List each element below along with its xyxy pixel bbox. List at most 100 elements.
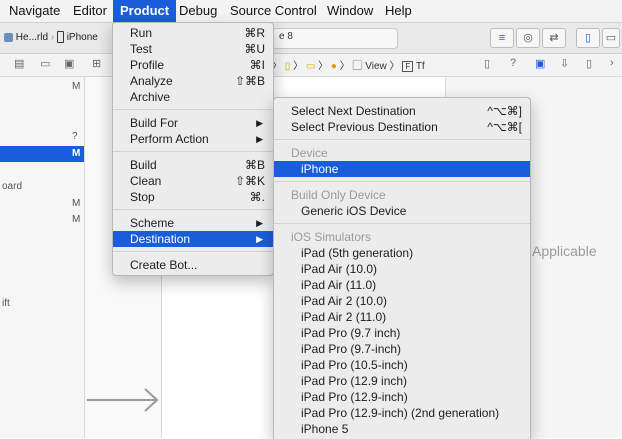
modified-badge: M xyxy=(72,148,81,159)
menu-item-build[interactable]: Build ⌘B xyxy=(113,157,273,173)
submenu-arrow-icon: ▶ xyxy=(256,118,263,128)
project-navigator: M ? M oard M M ift xyxy=(0,77,85,438)
version-editor-icon[interactable]: ⇄ xyxy=(542,28,566,48)
menu-product[interactable]: Product xyxy=(113,0,177,22)
menu-debug[interactable]: Debug xyxy=(172,0,224,22)
chevron-right-icon: 〉 xyxy=(293,61,304,72)
menu-item-test[interactable]: Test ⌘U xyxy=(113,41,273,57)
modified-badge: M xyxy=(72,81,81,92)
jump-view-label: View xyxy=(365,61,387,72)
toolbar: He...rld › iPhone e 8 ≡ ◎ ⇄ ▯ ▭ xyxy=(0,23,622,54)
menu-item-simulator[interactable]: iPad Pro (9.7-inch) xyxy=(274,341,530,357)
menu-item-select-previous-destination[interactable]: Select Previous Destination ^⌥⌘[ xyxy=(274,119,530,135)
submenu-arrow-icon: ▶ xyxy=(256,234,263,244)
standard-editor-icon[interactable]: ≡ xyxy=(490,28,514,48)
menu-item-simulator[interactable]: iPad Air (10.0) xyxy=(274,261,530,277)
untracked-badge: ? xyxy=(72,131,78,142)
menu-item-simulator[interactable]: iPad Air 2 (11.0) xyxy=(274,309,530,325)
help-icon[interactable]: ? xyxy=(510,57,516,69)
menu-item-archive[interactable]: Archive xyxy=(113,89,273,105)
menu-item-simulator[interactable]: iPad Pro (12.9 inch) xyxy=(274,373,530,389)
menu-item-simulator[interactable]: iPad Pro (12.9-inch) xyxy=(274,389,530,405)
menu-separator xyxy=(113,109,273,110)
inspector-placeholder: Applicable xyxy=(532,243,597,259)
submenu-arrow-icon: ▶ xyxy=(256,134,263,144)
simulators-section-header: iOS Simulators xyxy=(291,230,372,244)
source-control-icon[interactable]: ▭ xyxy=(40,57,50,70)
nav-item-swift[interactable]: ift xyxy=(2,298,10,309)
menu-item-simulator[interactable]: iPad Pro (12.9-inch) (2nd generation) xyxy=(274,405,530,421)
file-icon: ▯ xyxy=(284,61,291,72)
menu-item-simulator[interactable]: iPad Air (11.0) xyxy=(274,277,530,293)
menu-item-destination[interactable]: Destination ▶ xyxy=(113,231,273,247)
scheme-project-label: He...rld xyxy=(15,32,49,43)
device-icon xyxy=(56,31,64,44)
menu-bar: Navigate Editor Product Debug Source Con… xyxy=(0,0,622,23)
menu-item-generic-ios-device[interactable]: Generic iOS Device xyxy=(274,203,530,219)
menu-window[interactable]: Window xyxy=(320,0,380,22)
scheme-device-label: iPhone xyxy=(66,32,98,43)
navigator-toggle-icon[interactable]: ▯ xyxy=(576,28,600,48)
menu-separator xyxy=(113,251,273,252)
nav-item-storyboard[interactable]: oard xyxy=(2,181,22,192)
modified-badge: M xyxy=(72,214,81,225)
menu-item-iphone[interactable]: iPhone xyxy=(274,161,530,177)
device-section-header: Device xyxy=(291,146,328,160)
scene-icon: ● xyxy=(330,61,337,72)
identity-inspector-icon[interactable]: ▣ xyxy=(535,57,545,70)
menu-editor[interactable]: Editor xyxy=(66,0,114,22)
scheme-selector[interactable]: He...rld › iPhone xyxy=(4,28,98,47)
menu-item-simulator[interactable]: iPad Pro (9.7 inch) xyxy=(274,325,530,341)
activity-text: e 8 xyxy=(279,31,293,42)
menu-separator xyxy=(274,181,530,182)
destination-submenu: Select Next Destination ^⌥⌘] Select Previ… xyxy=(273,97,531,439)
app-icon xyxy=(4,32,13,42)
size-inspector-icon[interactable]: ▯ xyxy=(586,57,592,70)
menu-item-simulator[interactable]: iPad Air 2 (10.0) xyxy=(274,293,530,309)
menu-item-analyze[interactable]: Analyze ⇧⌘B xyxy=(113,73,273,89)
menu-separator xyxy=(274,139,530,140)
modified-badge: M xyxy=(72,198,81,209)
navigator-bar: ▤ ▭ ▣ ⊞ 〉 ▯ 〉 ▭ 〉 ● 〉 ▢ View 〉 F Tf ▯ ? … xyxy=(0,54,622,77)
chevron-right-icon: 〉 xyxy=(389,61,400,72)
chevron-right-icon: › xyxy=(50,32,55,43)
connections-inspector-icon[interactable]: › xyxy=(610,57,614,69)
menu-separator xyxy=(113,151,273,152)
menu-item-profile[interactable]: Profile ⌘I xyxy=(113,57,273,73)
chevron-right-icon: 〉 xyxy=(339,61,350,72)
attributes-inspector-icon[interactable]: ⇩ xyxy=(560,57,569,70)
menu-item-clean[interactable]: Clean ⇧⌘K xyxy=(113,173,273,189)
view-icon: ▢ xyxy=(352,61,363,72)
product-menu: Run ⌘R Test ⌘U Profile ⌘I Analyze ⇧⌘B Archiv… xyxy=(112,22,274,276)
chevron-right-icon: 〉 xyxy=(318,61,329,72)
submenu-arrow-icon: ▶ xyxy=(256,218,263,228)
symbol-navigator-icon[interactable]: ▣ xyxy=(64,57,74,70)
segue-arrow-icon xyxy=(87,388,159,412)
menu-item-select-next-destination[interactable]: Select Next Destination ^⌥⌘] xyxy=(274,103,530,119)
assistant-editor-icon[interactable]: ◎ xyxy=(516,28,540,48)
debug-area-toggle-icon[interactable]: ▭ xyxy=(602,28,620,48)
menu-item-perform-action[interactable]: Perform Action ▶ xyxy=(113,131,273,147)
file-inspector-icon[interactable]: ▯ xyxy=(484,57,490,70)
activity-viewer: e 8 xyxy=(272,28,398,49)
jump-tf-label: Tf xyxy=(415,61,425,72)
menu-item-create-bot[interactable]: Create Bot... xyxy=(113,257,273,273)
menu-item-simulator[interactable]: iPad (5th generation) xyxy=(274,245,530,261)
menu-separator xyxy=(274,223,530,224)
label-icon: F xyxy=(402,61,414,72)
menu-help[interactable]: Help xyxy=(378,0,419,22)
menu-item-scheme[interactable]: Scheme ▶ xyxy=(113,215,273,231)
menu-item-stop[interactable]: Stop ⌘. xyxy=(113,189,273,205)
build-only-section-header: Build Only Device xyxy=(291,188,386,202)
menu-item-simulator[interactable]: iPad Pro (10.5-inch) xyxy=(274,357,530,373)
menu-item-simulator[interactable]: iPhone 5 xyxy=(274,421,530,437)
menu-item-run[interactable]: Run ⌘R xyxy=(113,25,273,41)
menu-source-control[interactable]: Source Control xyxy=(223,0,324,22)
project-navigator-icon[interactable]: ▤ xyxy=(14,57,24,70)
menu-navigate[interactable]: Navigate xyxy=(2,0,67,22)
menu-item-build-for[interactable]: Build For ▶ xyxy=(113,115,273,131)
jump-bar[interactable]: 〉 ▯ 〉 ▭ 〉 ● 〉 ▢ View 〉 F Tf xyxy=(272,57,425,73)
grid-icon[interactable]: ⊞ xyxy=(92,57,101,70)
menu-separator xyxy=(113,209,273,210)
folder-icon: ▭ xyxy=(305,61,316,72)
